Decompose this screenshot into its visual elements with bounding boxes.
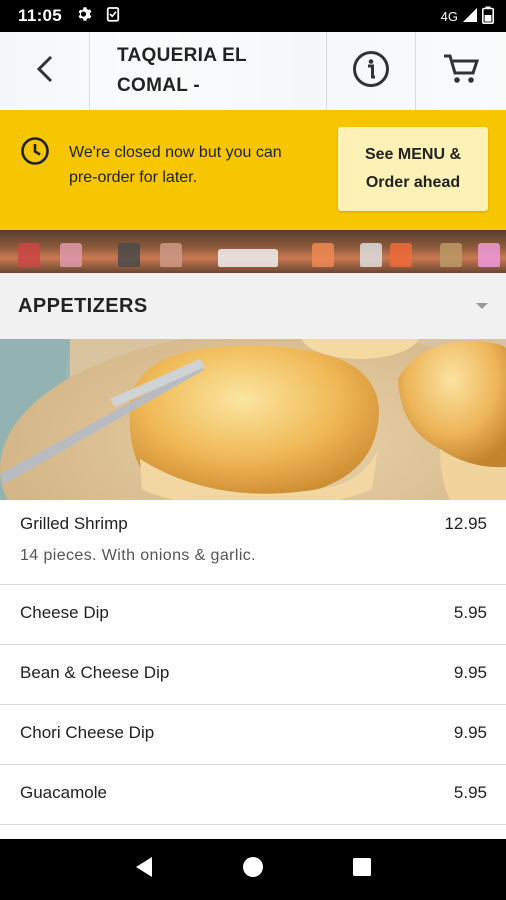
restaurant-header: TAQUERIA EL COMAL - [0,32,506,110]
square-recents-icon [352,857,372,882]
circle-home-icon [242,856,264,883]
nav-home-button[interactable] [233,850,273,890]
button-label-line-1: See MENU & [364,146,462,163]
status-bar: 11:05 4G [0,0,506,32]
back-button[interactable] [0,32,90,110]
item-name: Bean & Cheese Dip [20,663,170,682]
item-price: 12.95 [444,514,487,533]
item-price: 5.95 [453,603,487,622]
closed-message-line-1: We're closed now but you can [69,144,282,161]
title-line-2: COMAL - [117,75,201,96]
info-button[interactable] [326,32,416,110]
item-name: Grilled Shrimp [20,514,128,533]
item-name: Guacamole [20,783,107,802]
status-time: 11:05 [18,6,63,25]
nav-recents-button[interactable] [342,850,382,890]
button-label-line-2: Order ahead [365,174,461,191]
network-type: 4G [440,8,458,24]
system-navigation-bar [0,839,506,900]
menu-item[interactable]: Chori Cheese Dip 9.95 [0,705,506,765]
header-background-image [0,230,506,273]
chevron-left-icon [35,54,55,89]
see-menu-order-ahead-button[interactable]: See MENU & Order ahead [338,127,488,211]
clock-icon [20,136,50,171]
menu-item[interactable]: Cheese Dip 5.95 [0,585,506,645]
cart-icon [442,52,480,91]
gear-icon [76,5,94,28]
menu-item[interactable]: Bean & Cheese Dip 9.95 [0,645,506,705]
item-name: Cheese Dip [20,603,109,622]
title-line-1: TAQUERIA EL [117,45,247,66]
item-description: 14 pieces. With onions & garlic. [20,547,257,564]
closed-message-line-2: pre-order for later. [69,169,198,186]
closed-message: We're closed now but you can pre-order f… [69,140,339,190]
item-price: 9.95 [453,663,487,682]
item-price: 5.95 [453,783,487,802]
triangle-back-icon [134,856,154,883]
battery-icon [482,6,494,27]
clipboard-icon [104,5,122,28]
category-header[interactable]: APPETIZERS [0,273,506,339]
caret-down-icon [476,303,488,309]
item-price: 9.95 [453,723,487,742]
page-title: TAQUERIA EL COMAL - [90,32,326,110]
category-food-image [0,339,506,500]
menu-item[interactable]: Guacamole 5.95 [0,765,506,825]
info-icon [352,50,390,93]
menu-item-list: Grilled Shrimp 12.95 14 pieces. With oni… [0,500,506,825]
menu-item[interactable]: Grilled Shrimp 12.95 14 pieces. With oni… [0,500,506,585]
nav-back-button[interactable] [124,850,164,890]
item-name: Chori Cheese Dip [20,723,155,742]
signal-icon [462,7,478,26]
cart-button[interactable] [416,32,506,110]
category-title: APPETIZERS [18,294,148,317]
